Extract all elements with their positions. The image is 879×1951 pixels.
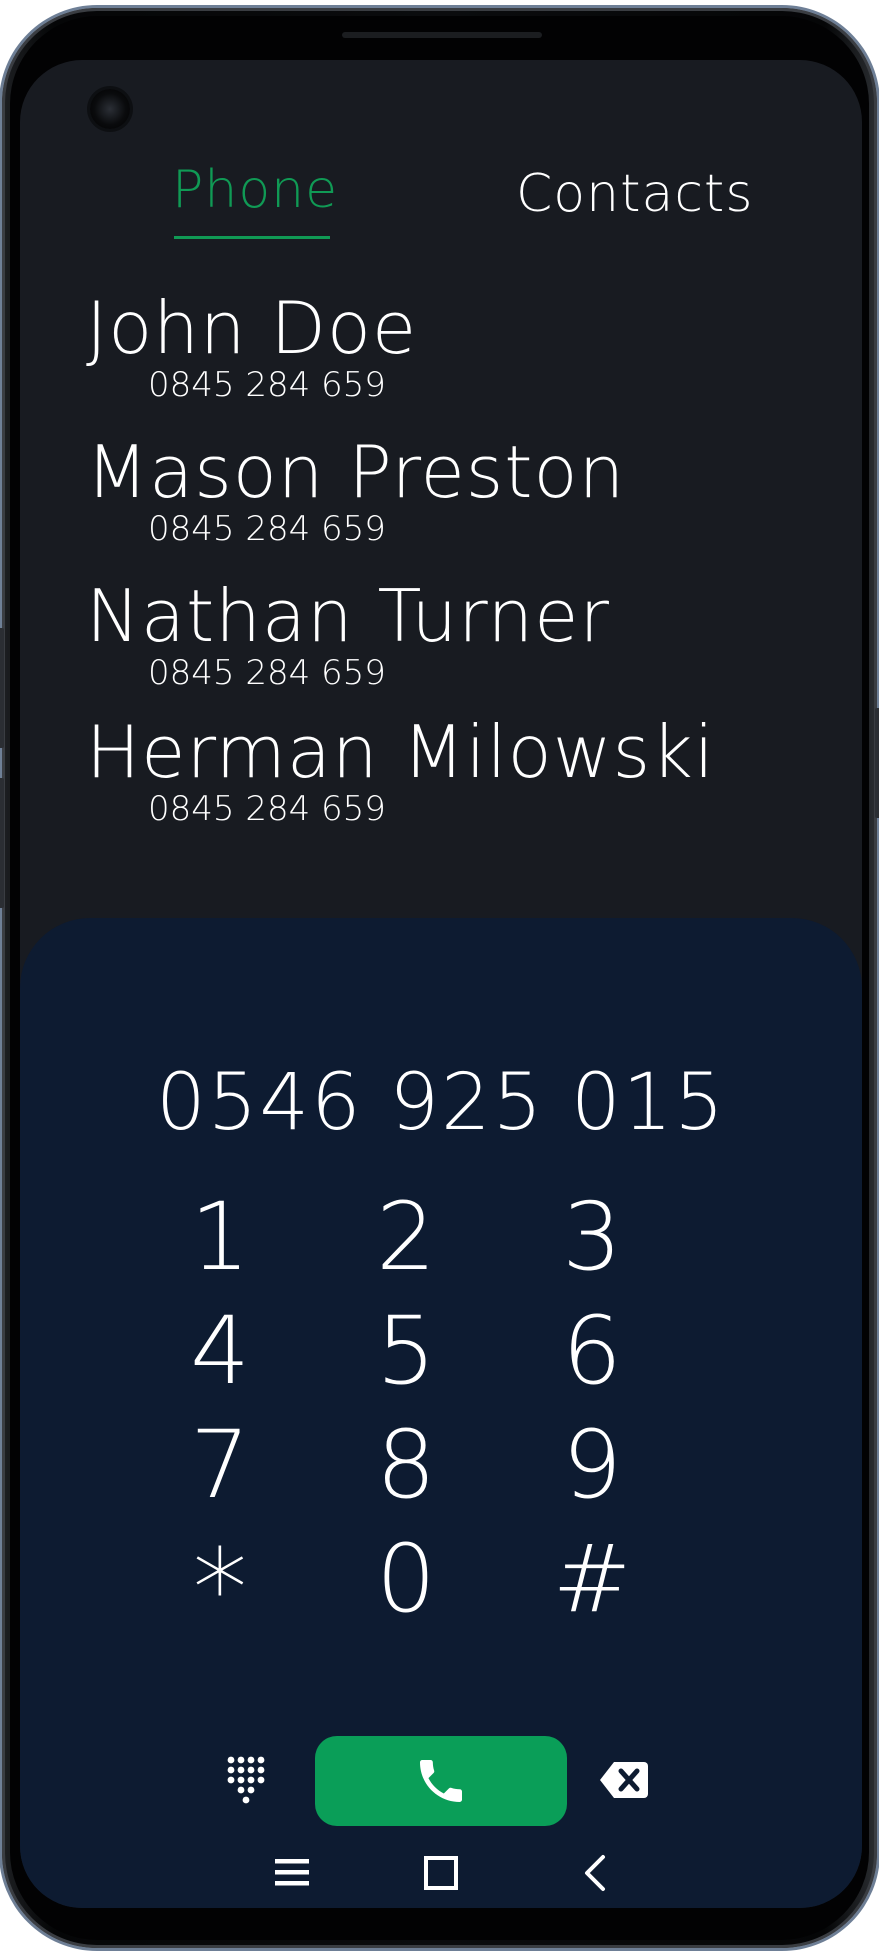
key-0[interactable]: 0 xyxy=(346,1530,466,1630)
contact-number: 0845 284 659 xyxy=(148,789,386,829)
dialed-number-display[interactable]: 0546 925 015 xyxy=(20,1058,862,1148)
key-8[interactable]: 8 xyxy=(346,1416,466,1516)
contact-number: 0845 284 659 xyxy=(148,653,386,693)
earpiece-speaker xyxy=(342,32,542,38)
dial-panel: 0546 925 015 1 2 3 4 5 6 7 8 9 * 0 # xyxy=(20,918,862,1908)
contact-item[interactable]: Mason Preston 0845 284 659 xyxy=(86,434,846,548)
contact-name: Herman Milowski xyxy=(86,710,715,794)
key-4[interactable]: 4 xyxy=(160,1302,280,1402)
chevron-left-icon[interactable] xyxy=(571,1848,621,1898)
contact-name: Mason Preston xyxy=(86,430,626,514)
key-3[interactable]: 3 xyxy=(532,1188,652,1288)
key-2[interactable]: 2 xyxy=(346,1188,466,1288)
screen: Phone Contacts John Doe 0845 284 659 Mas… xyxy=(20,60,862,1908)
front-camera xyxy=(90,89,130,129)
tab-bar: Phone Contacts xyxy=(20,160,862,250)
tab-contacts[interactable]: Contacts xyxy=(516,164,753,224)
keypad: 1 2 3 4 5 6 7 8 9 * 0 # xyxy=(160,1188,720,1649)
contact-number: 0845 284 659 xyxy=(148,509,386,549)
menu-icon[interactable] xyxy=(267,1848,317,1898)
active-tab-indicator xyxy=(174,236,330,239)
contact-number: 0845 284 659 xyxy=(148,365,386,405)
phone-icon xyxy=(420,1760,462,1802)
side-button-left-1 xyxy=(0,628,4,748)
backspace-icon[interactable] xyxy=(598,1758,650,1802)
side-button-right xyxy=(875,708,879,818)
key-star[interactable]: * xyxy=(160,1530,280,1648)
side-button-left-2 xyxy=(0,778,4,908)
dialpad-icon[interactable] xyxy=(225,1754,265,1806)
tab-phone[interactable]: Phone xyxy=(172,160,338,220)
call-button[interactable] xyxy=(315,1736,567,1826)
contact-item[interactable]: John Doe 0845 284 659 xyxy=(86,290,846,404)
key-6[interactable]: 6 xyxy=(532,1302,652,1402)
key-1[interactable]: 1 xyxy=(160,1188,280,1288)
contact-name: Nathan Turner xyxy=(86,574,611,658)
contact-item[interactable]: Nathan Turner 0845 284 659 xyxy=(86,578,846,692)
contact-name: John Doe xyxy=(86,286,418,370)
key-hash[interactable]: # xyxy=(532,1530,652,1630)
key-5[interactable]: 5 xyxy=(346,1302,466,1402)
key-9[interactable]: 9 xyxy=(532,1416,652,1516)
dialer-actions xyxy=(20,1736,862,1828)
contact-item[interactable]: Herman Milowski 0845 284 659 xyxy=(86,714,846,828)
system-nav-bar xyxy=(20,1838,862,1908)
key-7[interactable]: 7 xyxy=(160,1416,280,1516)
square-icon[interactable] xyxy=(416,1848,466,1898)
phone-frame: Phone Contacts John Doe 0845 284 659 Mas… xyxy=(0,8,879,1948)
